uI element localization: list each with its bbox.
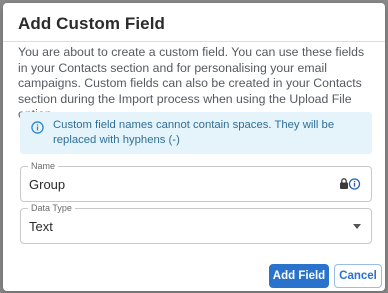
cancel-button[interactable]: Cancel (334, 264, 382, 288)
add-field-button[interactable]: Add Field (269, 264, 329, 288)
name-field[interactable]: Name Group (20, 160, 372, 202)
info-alert: Custom field names cannot contain spaces… (20, 112, 372, 154)
data-type-label: Data Type (28, 202, 75, 214)
dialog-title: Add Custom Field (18, 14, 166, 33)
caret-down-icon[interactable] (353, 224, 361, 229)
info-icon (31, 121, 44, 134)
data-type-select[interactable]: Data Type Text (20, 202, 372, 244)
name-input[interactable]: Group (29, 177, 65, 192)
data-type-value: Text (29, 219, 53, 234)
password-manager-icon[interactable] (339, 178, 361, 190)
name-field-label: Name (28, 160, 59, 172)
info-alert-text: Custom field names cannot contain spaces… (53, 119, 335, 146)
title-divider (3, 41, 385, 42)
add-custom-field-dialog: Add Custom Field You are about to create… (3, 3, 385, 291)
